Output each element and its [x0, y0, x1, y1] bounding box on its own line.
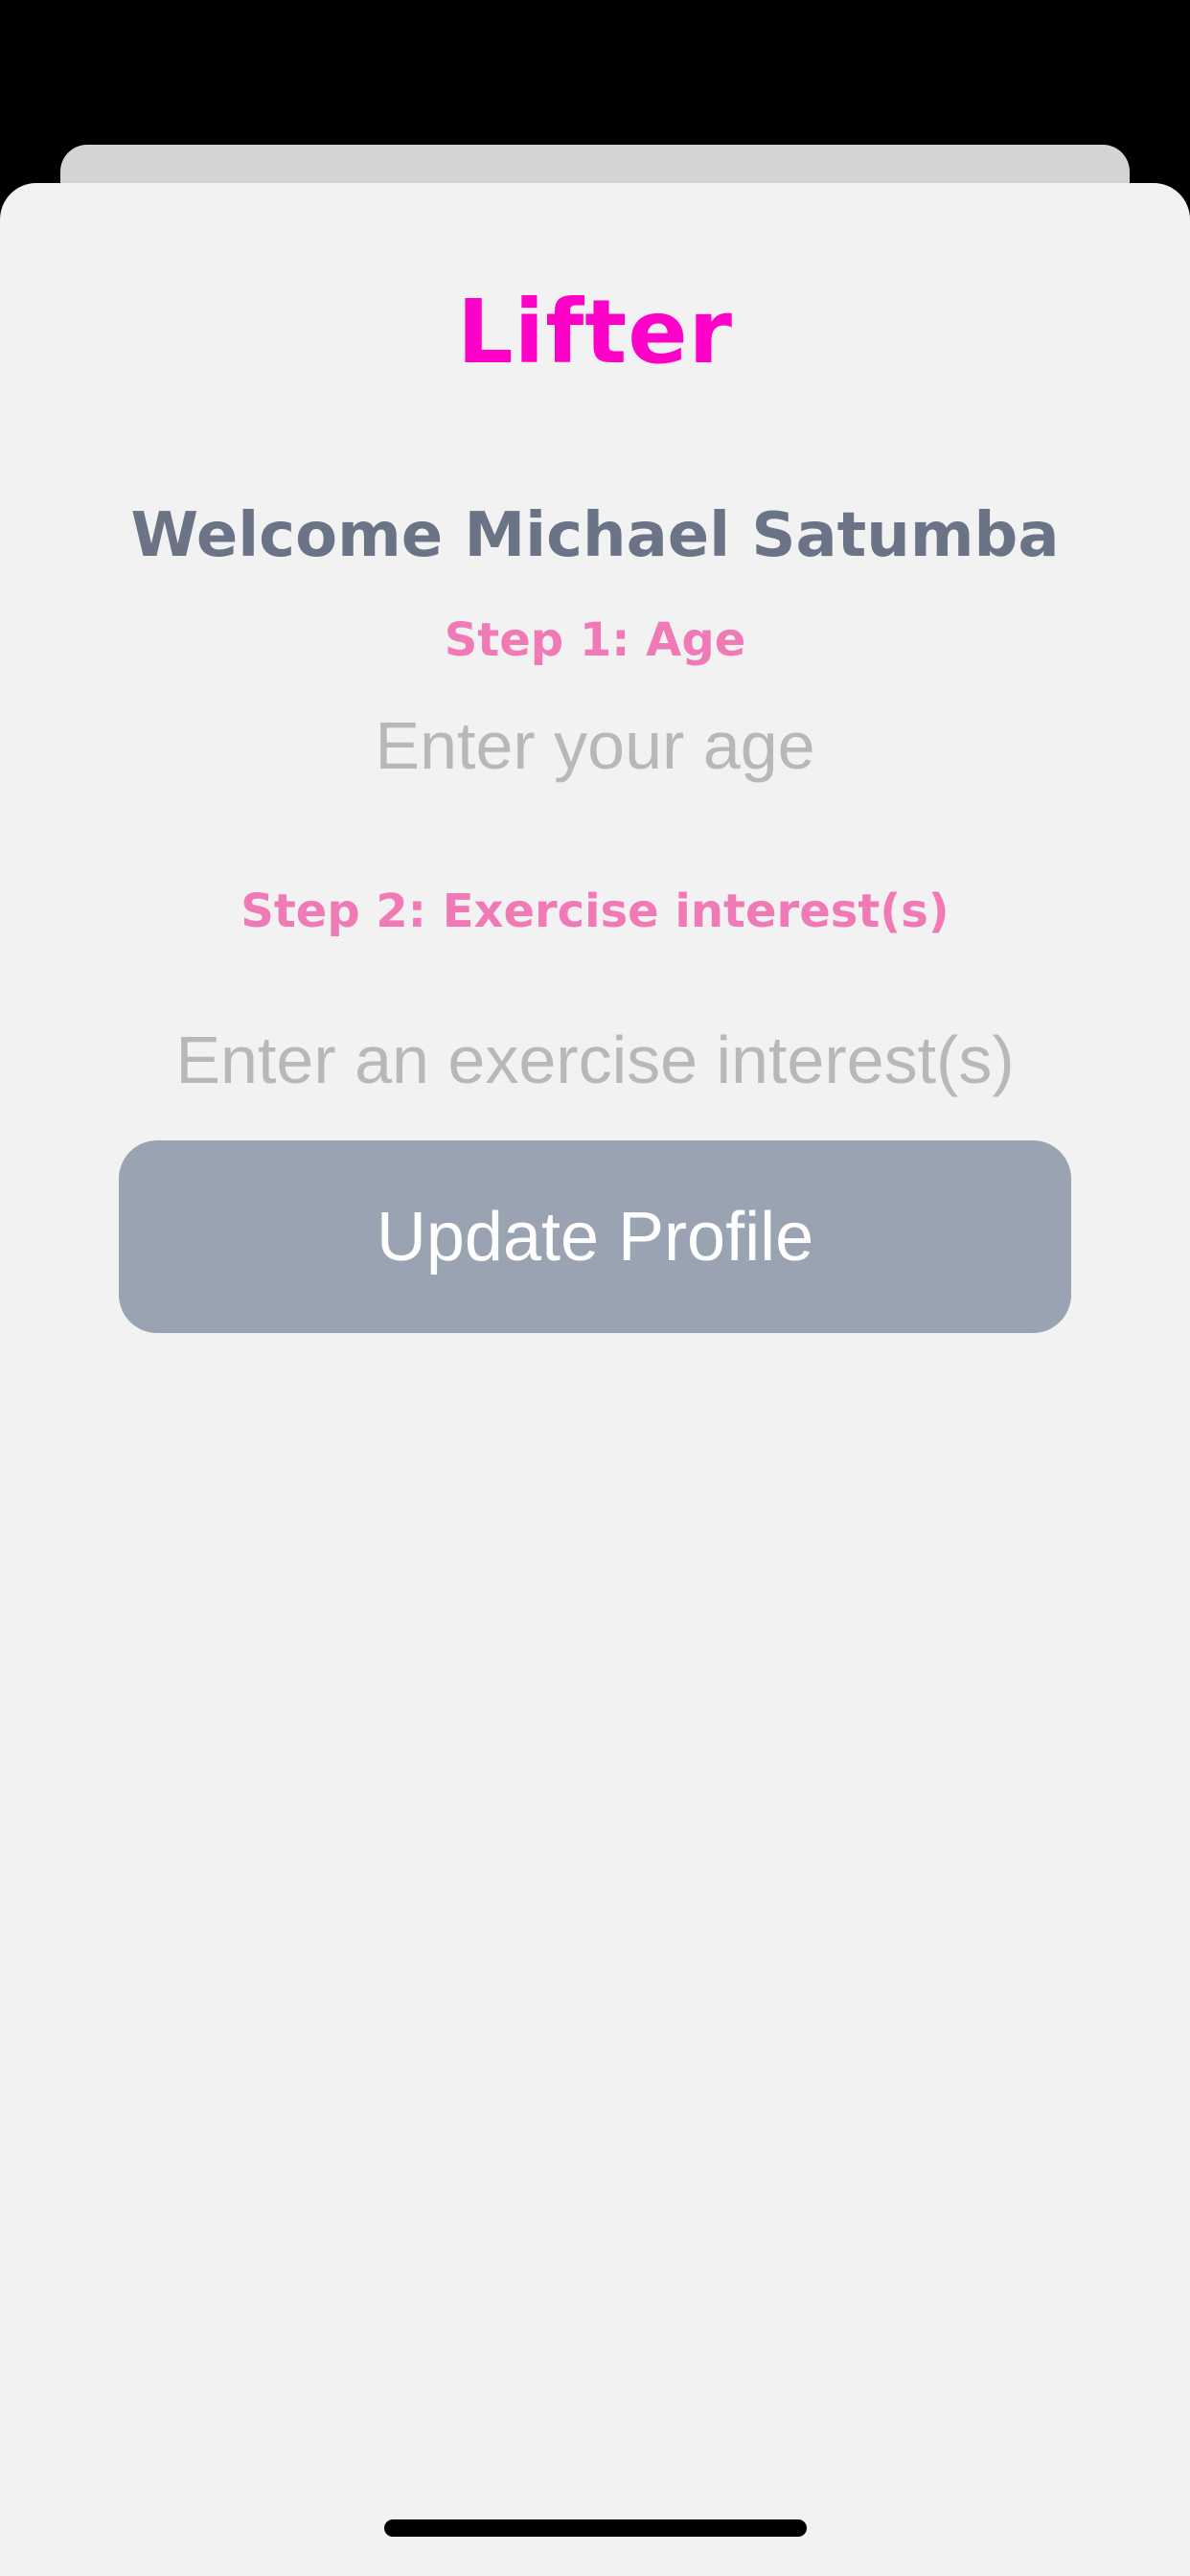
- step1-age-label: Step 1: Age: [444, 613, 746, 667]
- screen: Lifter Welcome Michael Satumba Step 1: A…: [0, 0, 1190, 2576]
- home-indicator[interactable]: [384, 2519, 807, 2537]
- profile-setup-sheet: Lifter Welcome Michael Satumba Step 1: A…: [0, 183, 1190, 2576]
- update-profile-button[interactable]: Update Profile: [119, 1140, 1071, 1333]
- exercise-interest-input[interactable]: [96, 1017, 1094, 1103]
- step2-interest-label: Step 2: Exercise interest(s): [240, 885, 950, 938]
- welcome-heading: Welcome Michael Satumba: [130, 500, 1060, 571]
- app-logo: Lifter: [457, 281, 733, 383]
- age-input[interactable]: [144, 702, 1046, 789]
